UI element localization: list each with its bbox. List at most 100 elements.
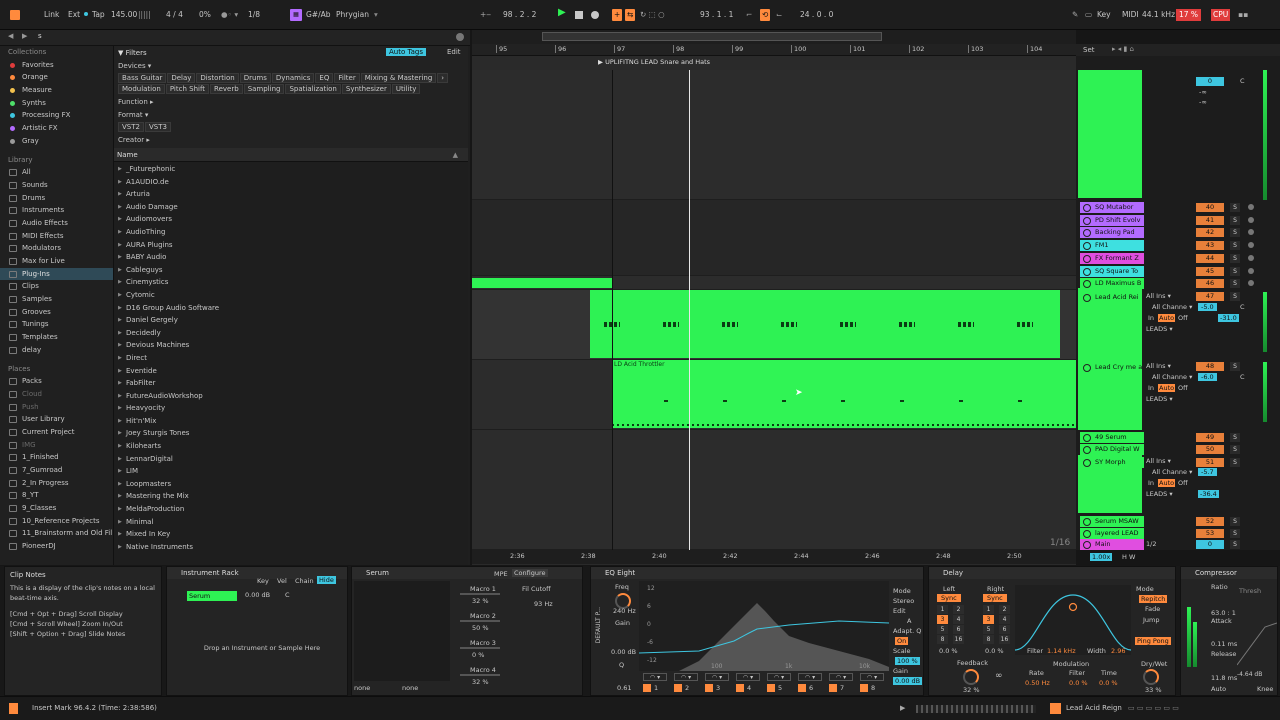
loop-start[interactable]: 93 . 1 . 1: [700, 9, 733, 21]
eq-band-filter-type[interactable]: ◠ ▾: [829, 673, 853, 681]
list-item[interactable]: LIM: [114, 465, 468, 478]
delay-time-button[interactable]: 3: [937, 615, 948, 624]
function-label[interactable]: Function ▸: [118, 98, 154, 106]
eq-adapt-toggle[interactable]: On: [895, 637, 909, 645]
macro-value[interactable]: 50 %: [472, 624, 489, 632]
auto-release-button[interactable]: Auto: [1211, 685, 1226, 693]
solo-button[interactable]: S: [1230, 362, 1240, 371]
arm-icon[interactable]: [1248, 267, 1254, 274]
input-select[interactable]: All Ins ▾: [1146, 457, 1171, 465]
macro-value[interactable]: 32 %: [472, 597, 489, 605]
delay-time-button[interactable]: 2: [999, 605, 1010, 614]
device-tag[interactable]: Pitch Shift: [165, 84, 210, 94]
delay-time-button[interactable]: 8: [937, 635, 948, 644]
track-name[interactable]: SQ Mutabor: [1080, 202, 1144, 213]
library-item[interactable]: Audio Effects: [0, 217, 113, 230]
place-item[interactable]: User Library: [0, 413, 113, 426]
follow-arrow-icon[interactable]: +‒: [480, 9, 491, 21]
solo-button[interactable]: S: [1230, 266, 1240, 276]
library-item[interactable]: All: [0, 166, 113, 179]
library-item[interactable]: Plug-Ins: [0, 267, 113, 281]
eq-band-toggle[interactable]: [767, 684, 775, 692]
mode-fade[interactable]: Fade: [1145, 605, 1160, 613]
list-item[interactable]: Daniel Gergely: [114, 314, 468, 327]
search-input[interactable]: s: [38, 32, 42, 40]
track-number[interactable]: 40: [1196, 203, 1224, 212]
top-pan[interactable]: C: [1240, 77, 1245, 85]
device-tag[interactable]: Reverb: [210, 84, 243, 94]
place-item[interactable]: 2_In Progress: [0, 477, 113, 490]
track-number[interactable]: 52: [1196, 517, 1224, 526]
clear-search-icon[interactable]: [456, 33, 464, 41]
fil-cutoff-value[interactable]: 93 Hz: [534, 600, 553, 608]
list-item[interactable]: Cytomic: [114, 289, 468, 302]
place-item[interactable]: Current Project: [0, 426, 113, 439]
list-item[interactable]: Audiomovers: [114, 213, 468, 226]
library-item[interactable]: Templates: [0, 331, 113, 344]
time-ruler[interactable]: 2:36 2:38 2:40 2:42 2:44 2:46 2:48 2:50: [472, 550, 1076, 564]
format-tag[interactable]: VST3: [144, 122, 171, 132]
tap-button[interactable]: Tap: [92, 9, 105, 21]
solo-button[interactable]: S: [1230, 228, 1240, 238]
back-icon[interactable]: ◀: [8, 32, 13, 40]
macro-slider[interactable]: [460, 620, 500, 622]
rack-vel-tab[interactable]: Vel: [277, 577, 287, 585]
name-column-header[interactable]: Name ▲: [114, 148, 468, 162]
midi-note[interactable]: [663, 322, 679, 327]
main-ratio[interactable]: 1/2: [1146, 540, 1156, 548]
link-button[interactable]: Link: [44, 9, 59, 21]
track-name[interactable]: 49 Serum: [1080, 432, 1144, 443]
delay-width-value[interactable]: 2.96: [1111, 647, 1125, 655]
compressor-header[interactable]: Compressor: [1181, 567, 1277, 579]
macro-slider[interactable]: [460, 674, 500, 676]
list-item[interactable]: Audio Damage: [114, 201, 468, 214]
delay-left-sync[interactable]: Sync: [937, 594, 961, 602]
volume-value[interactable]: -6.0: [1198, 373, 1217, 381]
volume-value[interactable]: -5.0: [1198, 303, 1217, 311]
eq-band-filter-type[interactable]: ◠ ▾: [798, 673, 822, 681]
delay-time-button[interactable]: 3: [983, 615, 994, 624]
view-toggle-icons[interactable]: H W: [1122, 553, 1135, 561]
track-lane-lead-cry[interactable]: LD Acid Throttler: [472, 360, 1076, 430]
macro-value[interactable]: 0 %: [472, 651, 484, 659]
track-number[interactable]: 48: [1196, 362, 1224, 371]
place-item[interactable]: Cloud: [0, 388, 113, 401]
list-item[interactable]: Loopmasters: [114, 478, 468, 491]
delay-right-sync[interactable]: Sync: [983, 594, 1007, 602]
mode-jump[interactable]: Jump: [1143, 616, 1160, 624]
track-lane-upper[interactable]: [472, 70, 1076, 200]
device-tag[interactable]: Distortion: [196, 73, 239, 83]
delay-time-button[interactable]: 2: [953, 605, 964, 614]
ping-pong-button[interactable]: Ping Pong: [1135, 637, 1171, 645]
track-number[interactable]: 42: [1196, 228, 1224, 238]
track-lane-maximus[interactable]: [472, 276, 1076, 290]
scale-select[interactable]: Phrygian: [336, 9, 369, 21]
beat-ruler[interactable]: 95 96 97 98 99 100 101 102 103 104: [472, 44, 1076, 56]
chain-pan[interactable]: C: [285, 591, 290, 599]
eq-band-toggle[interactable]: [829, 684, 837, 692]
library-item[interactable]: Instruments: [0, 204, 113, 217]
creator-label[interactable]: Creator ▸: [118, 136, 150, 144]
arm-icon[interactable]: [1248, 204, 1254, 210]
eq-edit-value[interactable]: A: [907, 617, 911, 625]
track-lane-lower[interactable]: [472, 430, 1076, 550]
midi-note[interactable]: [959, 400, 963, 402]
list-item[interactable]: Joey Sturgis Tones: [114, 427, 468, 440]
output-select[interactable]: LEADS ▾: [1146, 325, 1173, 333]
midi-note[interactable]: [664, 400, 668, 402]
sidebar-toggle-icon[interactable]: [10, 10, 20, 20]
monitor-in[interactable]: In: [1148, 384, 1154, 392]
solo-button[interactable]: S: [1230, 279, 1240, 289]
list-item[interactable]: Direct: [114, 352, 468, 365]
arm-icon[interactable]: [1248, 216, 1254, 223]
set-icons[interactable]: ▸ ◂ ▮ ⌂: [1112, 45, 1134, 53]
place-item[interactable]: 10_Reference Projects: [0, 515, 113, 528]
format-tag[interactable]: VST2: [118, 122, 144, 132]
eq-band-filter-type[interactable]: ◠ ▾: [674, 673, 698, 681]
key-map-button[interactable]: Key: [1097, 9, 1111, 21]
track-number[interactable]: 0: [1196, 540, 1224, 549]
solo-button[interactable]: S: [1230, 292, 1240, 301]
delay-right-offset[interactable]: 0.0 %: [985, 647, 1004, 655]
delay-time-button[interactable]: 4: [999, 615, 1010, 624]
monitor-in[interactable]: In: [1148, 314, 1154, 322]
